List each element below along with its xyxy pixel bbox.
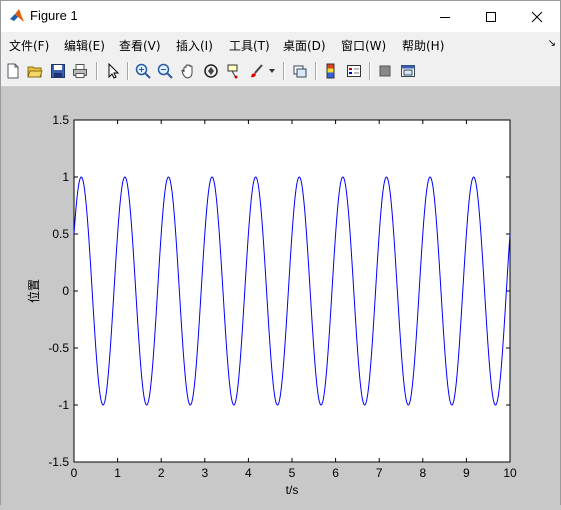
x-axis-label: t/s (286, 483, 299, 497)
minimize-button[interactable] (422, 1, 468, 32)
y-tick-label: -0.5 (48, 341, 69, 355)
axes-area[interactable] (73, 119, 511, 463)
zoom-in-icon[interactable] (133, 61, 153, 81)
edit-plot-icon[interactable] (103, 61, 123, 81)
show-plot-tools-icon[interactable] (398, 61, 418, 81)
figure-canvas: 0 1 2 3 4 5 6 7 8 9 10 1.5 1 0.5 0 -0.5 -1 -1.5 t/s 位置 (1, 87, 560, 506)
title-bar[interactable]: Figure 1 (1, 1, 560, 32)
x-tick-label: 1 (114, 466, 121, 480)
data-cursor-icon[interactable] (224, 61, 244, 81)
insert-colorbar-icon[interactable] (321, 61, 341, 81)
y-tick-label: 1.5 (52, 113, 69, 127)
close-icon (531, 11, 543, 22)
menu-file[interactable]: 文件(F) (9, 37, 49, 54)
x-tick-label: 3 (201, 466, 208, 480)
matlab-icon (10, 9, 24, 22)
print-figure-icon[interactable] (70, 61, 90, 81)
pan-icon[interactable] (178, 61, 198, 81)
brush-dropdown-icon[interactable] (266, 61, 278, 81)
y-tick-label: -1.5 (48, 455, 69, 469)
menu-view[interactable]: 查看(V) (119, 37, 161, 54)
menu-tools[interactable]: 工具(T) (229, 37, 270, 54)
rotate-3d-icon[interactable] (201, 61, 221, 81)
y-tick-label: 0 (62, 284, 69, 298)
toolbar-separator (315, 62, 317, 80)
x-tick-label: 5 (289, 466, 296, 480)
figure-toolbar (1, 56, 560, 87)
x-tick-label: 6 (332, 466, 339, 480)
x-tick-label: 2 (158, 466, 165, 480)
new-figure-icon[interactable] (3, 61, 23, 81)
hide-plot-tools-icon[interactable] (375, 61, 395, 81)
x-tick-label: 10 (503, 466, 517, 480)
figure-window: Figure 1 文件(F) 编辑(E) 查看(V) 插入(I) 工具(T) 桌… (0, 0, 561, 506)
menu-desktop[interactable]: 桌面(D) (283, 37, 326, 54)
window-title: Figure 1 (30, 8, 78, 23)
menu-help[interactable]: 帮助(H) (402, 37, 444, 54)
maximize-icon (486, 11, 496, 22)
insert-legend-icon[interactable] (344, 61, 364, 81)
y-tick-label: -1 (58, 398, 69, 412)
menu-window[interactable]: 窗口(W) (341, 37, 386, 54)
toolbar-separator (369, 62, 371, 80)
menu-insert[interactable]: 插入(I) (176, 37, 213, 54)
minimize-icon (440, 16, 450, 18)
x-tick-label: 7 (376, 466, 383, 480)
toolbar-separator (283, 62, 285, 80)
close-button[interactable] (514, 1, 560, 32)
menu-edit[interactable]: 编辑(E) (64, 37, 105, 54)
menu-bar: 文件(F) 编辑(E) 查看(V) 插入(I) 工具(T) 桌面(D) 窗口(W… (1, 32, 560, 56)
x-tick-label: 0 (71, 466, 78, 480)
x-tick-label: 4 (245, 466, 252, 480)
dock-arrow-icon[interactable]: ↘ (548, 38, 556, 49)
line-plot[interactable]: 0 1 2 3 4 5 6 7 8 9 10 1.5 1 0.5 0 -0.5 -1 -1.5 t/s 位置 (1, 87, 560, 506)
brush-icon[interactable] (247, 61, 267, 81)
y-axis-label: 位置 (26, 279, 41, 303)
link-plot-icon[interactable] (290, 61, 310, 81)
open-file-icon[interactable] (25, 61, 45, 81)
maximize-button[interactable] (468, 1, 514, 32)
save-figure-icon[interactable] (48, 61, 68, 81)
toolbar-separator (96, 62, 98, 80)
y-tick-label: 1 (62, 170, 69, 184)
x-tick-label: 8 (419, 466, 426, 480)
y-tick-label: 0.5 (52, 227, 69, 241)
zoom-out-icon[interactable] (155, 61, 175, 81)
x-tick-label: 9 (463, 466, 470, 480)
toolbar-separator (127, 62, 129, 80)
